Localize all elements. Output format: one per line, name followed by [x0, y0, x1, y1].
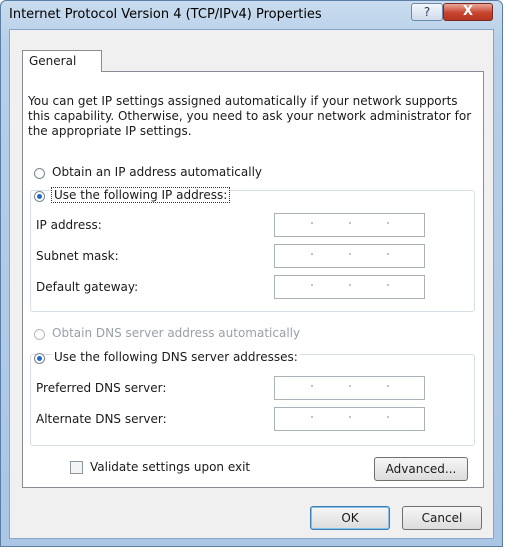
ip-address-field[interactable]	[274, 213, 425, 237]
help-icon: ?	[423, 5, 431, 19]
close-icon: X	[462, 4, 474, 19]
ip-manual-label[interactable]: Use the following IP address:	[50, 187, 231, 203]
tab-general[interactable]: General	[22, 50, 102, 72]
description-text: You can get IP settings assigned automat…	[28, 94, 472, 138]
title-bar[interactable]: Internet Protocol Version 4 (TCP/IPv4) P…	[1, 1, 502, 29]
preferred-dns-field[interactable]	[274, 376, 425, 400]
ip-address-label: IP address:	[36, 218, 102, 232]
subnet-mask-label: Subnet mask:	[36, 249, 119, 263]
alternate-dns-field[interactable]	[274, 407, 425, 431]
default-gateway-field[interactable]	[274, 275, 425, 299]
ip-auto-label[interactable]: Obtain an IP address automatically	[52, 165, 262, 179]
validate-label[interactable]: Validate settings upon exit	[90, 460, 250, 474]
ip-auto-radio[interactable]	[34, 168, 45, 179]
dns-auto-radio	[34, 329, 45, 340]
ip-manual-radio[interactable]	[34, 191, 45, 202]
close-button[interactable]: X	[443, 3, 493, 21]
dns-manual-label[interactable]: Use the following DNS server addresses:	[52, 350, 300, 364]
dns-manual-radio[interactable]	[34, 353, 45, 364]
properties-dialog: Internet Protocol Version 4 (TCP/IPv4) P…	[0, 0, 503, 547]
validate-checkbox[interactable]	[70, 461, 83, 474]
window-title: Internet Protocol Version 4 (TCP/IPv4) P…	[9, 7, 322, 22]
subnet-mask-field[interactable]	[274, 244, 425, 268]
preferred-dns-label: Preferred DNS server:	[36, 381, 167, 395]
ok-button[interactable]: OK	[310, 506, 390, 530]
default-gateway-label: Default gateway:	[36, 280, 139, 294]
dns-auto-label: Obtain DNS server address automatically	[52, 326, 301, 340]
advanced-button[interactable]: Advanced...	[374, 457, 468, 481]
help-button[interactable]: ?	[411, 3, 443, 21]
alternate-dns-label: Alternate DNS server:	[36, 412, 167, 426]
dns-manual-group	[30, 354, 475, 446]
cancel-button[interactable]: Cancel	[402, 506, 482, 530]
dialog-client-area: General You can get IP settings assigned…	[9, 29, 494, 539]
